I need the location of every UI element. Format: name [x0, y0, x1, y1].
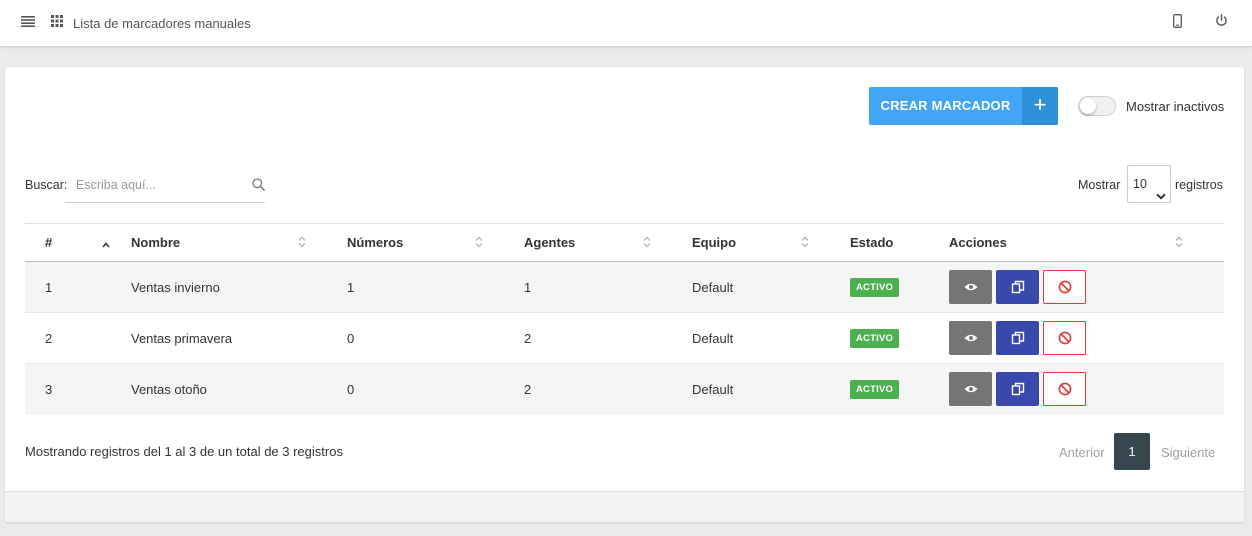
duplicate-button[interactable]: [996, 270, 1039, 304]
show-inactive-toggle[interactable]: [1078, 96, 1116, 116]
duplicate-button[interactable]: [996, 372, 1039, 407]
cell-id: 3: [45, 381, 53, 397]
menu-icon[interactable]: [21, 15, 35, 30]
status-badge: ACTIVO: [850, 328, 900, 348]
copy-icon: [1011, 280, 1024, 294]
sort-icon: [1175, 236, 1183, 251]
copy-icon: [1011, 331, 1024, 345]
cell-equipo: Default: [692, 261, 850, 313]
page-length-prefix: Mostrar: [1078, 178, 1121, 192]
table-info: Mostrando registros del 1 al 3 de un tot…: [25, 444, 343, 459]
page-title: Lista de marcadores manuales: [73, 16, 251, 31]
cell-estado: ACTIVO: [850, 312, 949, 364]
toggle-knob: [1080, 98, 1096, 114]
sort-icon: [801, 236, 809, 251]
cell-nombre: Ventas primavera: [131, 312, 347, 364]
pagination-page-current[interactable]: 1: [1114, 433, 1150, 470]
cell-acciones: [949, 364, 1224, 415]
cell-estado: ACTIVO: [850, 364, 949, 415]
cell-agentes: 2: [524, 381, 532, 397]
view-button[interactable]: [949, 321, 992, 355]
table-row: 3 Ventas otoño 0 2 Default ACTIVO: [25, 363, 1224, 415]
cell-id: 2: [25, 312, 131, 364]
create-dialer-label: CREAR MARCADOR: [880, 98, 1011, 113]
disable-button[interactable]: [1043, 270, 1086, 304]
col-header-agentes[interactable]: Agentes: [524, 223, 692, 262]
chevron-down-icon: [1156, 178, 1166, 214]
eye-icon: [964, 386, 977, 393]
copy-icon: [1011, 383, 1024, 396]
create-dialer-button[interactable]: CREAR MARCADOR +: [869, 87, 1058, 125]
cell-id: 1: [25, 261, 131, 313]
sort-asc-icon: [102, 236, 110, 251]
status-badge: ACTIVO: [850, 379, 900, 399]
top-bar: Lista de marcadores manuales: [0, 0, 1252, 47]
col-header-acciones[interactable]: Acciones: [949, 223, 1224, 262]
page-length-value: 10: [1133, 177, 1147, 191]
col-header-nombre[interactable]: Nombre: [131, 223, 347, 262]
cell-nombre: Ventas otoño: [131, 381, 207, 397]
cell-acciones: [949, 312, 1224, 364]
sort-icon: [298, 236, 306, 251]
plus-icon: +: [1022, 87, 1058, 125]
sort-icon: [475, 236, 483, 251]
cell-agentes: 1: [524, 261, 692, 313]
block-icon: [1058, 382, 1071, 396]
search-input[interactable]: [76, 178, 246, 192]
page-length-select[interactable]: 10: [1127, 165, 1171, 203]
disable-button[interactable]: [1043, 321, 1086, 355]
cell-numeros: 1: [347, 261, 524, 313]
show-inactive-label: Mostrar inactivos: [1126, 99, 1225, 114]
main-card: CREAR MARCADOR + Mostrar inactivos Busca…: [5, 67, 1244, 522]
cell-equipo: Default: [692, 312, 850, 364]
col-header-id[interactable]: #: [25, 223, 131, 262]
eye-icon: [964, 334, 977, 342]
table-row: 1 Ventas invierno 1 1 Default ACTIVO: [25, 261, 1224, 313]
pagination-previous[interactable]: Anterior: [1059, 445, 1105, 460]
col-header-estado: Estado: [850, 223, 949, 262]
dialers-table: # Nombre Números Agentes Equipo Estado A…: [25, 223, 1224, 415]
col-header-numeros[interactable]: Números: [347, 223, 524, 262]
table-header-row: # Nombre Números Agentes Equipo Estado A…: [25, 223, 1224, 262]
card-footer: [5, 491, 1244, 522]
cell-numeros: 0: [347, 381, 355, 397]
cell-agentes: 2: [524, 312, 692, 364]
block-icon: [1058, 331, 1071, 345]
duplicate-button[interactable]: [996, 321, 1039, 355]
col-header-equipo[interactable]: Equipo: [692, 223, 850, 262]
view-button[interactable]: [949, 372, 992, 407]
cell-nombre: Ventas invierno: [131, 261, 347, 313]
view-button[interactable]: [949, 270, 992, 304]
cell-numeros: 0: [347, 312, 524, 364]
pagination-next[interactable]: Siguiente: [1161, 445, 1215, 460]
search-box: [65, 170, 265, 203]
search-icon[interactable]: [252, 178, 265, 194]
apps-grid-icon[interactable]: [51, 15, 63, 30]
cell-estado: ACTIVO: [850, 261, 949, 313]
disable-button[interactable]: [1043, 372, 1086, 407]
search-label: Buscar:: [25, 178, 68, 192]
page-length-suffix: registros: [1175, 178, 1223, 192]
status-badge: ACTIVO: [850, 277, 900, 297]
cell-acciones: [949, 261, 1224, 313]
cell-equipo: Default: [692, 381, 734, 397]
power-icon[interactable]: [1215, 14, 1228, 30]
sort-icon: [643, 236, 651, 251]
phone-icon[interactable]: [1173, 14, 1182, 31]
eye-icon: [964, 283, 977, 291]
table-row: 2 Ventas primavera 0 2 Default ACTIVO: [25, 312, 1224, 364]
block-icon: [1058, 280, 1071, 294]
